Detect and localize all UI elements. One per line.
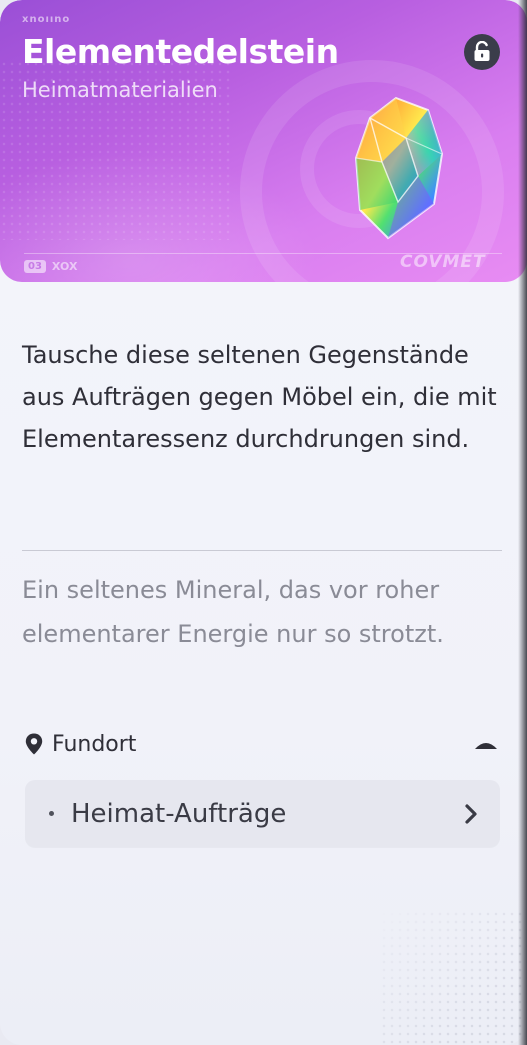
source-item-label: Heimat-Aufträge [71,798,287,829]
decorative-dot-pattern [380,910,527,1045]
footer-badge: 03 [24,260,46,273]
source-section-header[interactable]: Fundort [24,728,500,760]
source-item-heimat-auftraege[interactable]: Heimat-Aufträge [25,780,500,847]
rainbow-gem-icon [354,96,444,240]
brand-watermark-top: xnoııno [22,14,71,25]
item-header: xnoııno Elementedelstein Heimatmateriali… [0,0,527,282]
item-detail-card: xnoııno Elementedelstein Heimatmateriali… [0,0,527,1045]
brand-watermark-bottom: COVMET [400,252,486,272]
open-lock-icon [474,41,490,61]
list-bullet [49,811,54,816]
lock-toggle-button[interactable] [464,34,500,70]
triangle-up-icon [475,743,497,749]
header-footer-tag: 03 XOX [24,260,77,273]
source-section-label: Fundort [52,731,137,757]
footer-tag-text: XOX [51,260,78,273]
location-pin-icon [25,733,43,755]
collapse-toggle-button[interactable] [472,734,500,754]
item-category: Heimatmaterialien [22,78,218,102]
item-flavor-text: Ein seltenes Mineral, das vor roher elem… [22,576,444,648]
window-edge-shadow [518,0,527,1045]
item-description: Tausche diese seltenen Gegenstände aus A… [22,341,497,453]
chevron-right-icon [460,801,482,827]
item-title: Elementedelstein [22,32,339,71]
content-divider [22,550,502,551]
